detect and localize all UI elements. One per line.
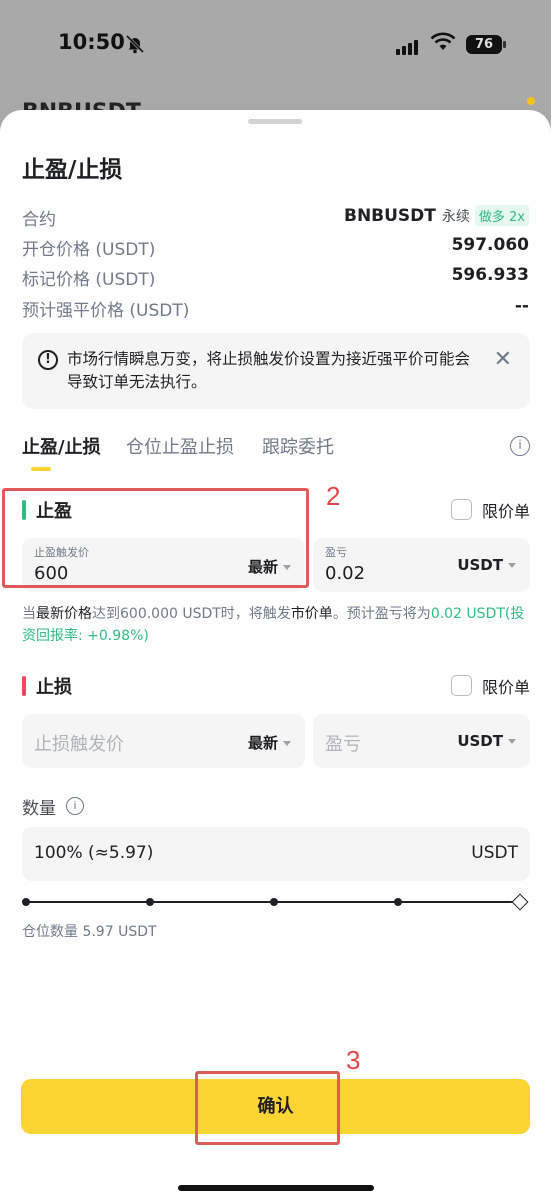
- annotation-box-take-profit: [2, 488, 309, 588]
- quantity-label: 数量: [22, 799, 56, 819]
- contract-label: 合约: [22, 210, 56, 230]
- take-profit-pnl-label: 盈亏: [325, 546, 347, 559]
- chevron-down-icon: [508, 563, 516, 568]
- status-bar: 10:50 76 BNBUSDT: [0, 0, 551, 125]
- warning-icon: !: [38, 350, 58, 370]
- take-profit-hint: 当最新价格达到600.000 USDT时，将触发市价单。预计盈亏将为0.02 U…: [22, 606, 525, 644]
- contract-symbol: BNBUSDT: [343, 205, 436, 226]
- quantity-unit: USDT: [471, 843, 518, 863]
- annotation-box-confirm: [195, 1071, 340, 1145]
- battery-icon: 76: [466, 35, 502, 54]
- take-profit-limit-label[interactable]: 限价单: [482, 498, 530, 522]
- stop-loss-trigger-input[interactable]: 止损触发价 最新: [22, 714, 305, 768]
- slider-stop-25[interactable]: [146, 898, 154, 906]
- quantity-input[interactable]: 100% (≈5.97) USDT: [22, 827, 530, 881]
- status-time: 10:50: [58, 30, 125, 54]
- slider-stop-75[interactable]: [394, 898, 402, 906]
- contract-row: 合约 BNBUSDT 永续 做多 2x: [22, 205, 529, 230]
- info-icon[interactable]: i: [510, 436, 530, 456]
- contract-value: BNBUSDT 永续 做多 2x: [344, 205, 529, 226]
- warning-text: 市场行情瞬息万变，将止损触发价设置为接近强平价可能会导致订单无法执行。: [67, 350, 471, 391]
- slider-handle[interactable]: [511, 893, 529, 911]
- position-quantity: 仓位数量 5.97 USDT: [22, 924, 157, 940]
- chevron-down-icon: [283, 741, 291, 746]
- mark-price-row: 标记价格 (USDT) 596.933: [22, 265, 529, 290]
- sheet-title: 止盈/止损: [22, 157, 123, 183]
- stop-loss-marker: [22, 676, 26, 696]
- tab-position-tpsl[interactable]: 仓位止盈止损: [126, 433, 234, 459]
- close-icon[interactable]: ✕: [494, 347, 512, 372]
- notification-dot: [527, 97, 535, 105]
- signal-icon: [396, 36, 420, 55]
- active-tab-indicator: [31, 467, 51, 471]
- quantity-value[interactable]: 100% (≈5.97): [34, 843, 153, 863]
- annotation-number-2: 2: [326, 481, 341, 511]
- leverage-badge: 做多 2x: [474, 205, 529, 226]
- take-profit-pnl-input[interactable]: 盈亏 0.02 USDT: [313, 538, 530, 592]
- stop-loss-trigger-placeholder[interactable]: 止损触发价: [34, 730, 124, 756]
- tab-trailing-stop[interactable]: 跟踪委托: [262, 433, 334, 459]
- stop-loss-price-type-select[interactable]: 最新: [248, 732, 291, 753]
- stop-loss-pnl-input[interactable]: 盈亏 USDT: [313, 714, 530, 768]
- take-profit-limit-checkbox[interactable]: [451, 499, 472, 520]
- tpsl-sheet: 止盈/止损 合约 BNBUSDT 永续 做多 2x 开仓价格 (USDT) 59…: [0, 110, 551, 1200]
- warning-banner: ! 市场行情瞬息万变，将止损触发价设置为接近强平价可能会导致订单无法执行。 ✕: [22, 333, 530, 409]
- tpsl-tabs: 止盈/止损 仓位止盈止损 跟踪委托 i: [22, 433, 530, 473]
- wifi-icon: [430, 32, 456, 50]
- tab-tpsl[interactable]: 止盈/止损: [22, 433, 101, 459]
- quantity-slider[interactable]: [22, 893, 529, 911]
- slider-stop-0[interactable]: [22, 898, 30, 906]
- stop-loss-pnl-placeholder[interactable]: 盈亏: [325, 730, 361, 756]
- home-indicator: [178, 1185, 374, 1191]
- sheet-drag-handle[interactable]: [248, 119, 302, 124]
- open-price-row: 开仓价格 (USDT) 597.060: [22, 235, 529, 260]
- stop-loss-limit-checkbox[interactable]: [451, 675, 472, 696]
- bell-muted-icon: [125, 34, 145, 54]
- info-icon[interactable]: i: [66, 797, 84, 815]
- annotation-number-3: 3: [346, 1045, 361, 1075]
- stop-loss-unit-select[interactable]: USDT: [457, 732, 516, 750]
- take-profit-pnl-value[interactable]: 0.02: [325, 563, 365, 584]
- take-profit-unit-select[interactable]: USDT: [457, 556, 516, 574]
- chevron-down-icon: [508, 739, 516, 744]
- mark-price-label: 标记价格 (USDT): [22, 270, 156, 290]
- open-price-label: 开仓价格 (USDT): [22, 240, 156, 260]
- battery-tip: [503, 41, 506, 48]
- slider-stop-50[interactable]: [270, 898, 278, 906]
- liq-price-value: --: [514, 296, 529, 316]
- stop-loss-limit-label[interactable]: 限价单: [482, 674, 530, 698]
- stop-loss-title: 止损: [36, 677, 72, 698]
- stop-loss-header: 止损 限价单: [22, 673, 530, 701]
- open-price-value: 597.060: [451, 235, 529, 255]
- mark-price-value: 596.933: [451, 265, 529, 285]
- contract-type: 永续: [441, 208, 470, 225]
- liq-price-label: 预计强平价格 (USDT): [22, 301, 190, 321]
- liq-price-row: 预计强平价格 (USDT) --: [22, 296, 529, 321]
